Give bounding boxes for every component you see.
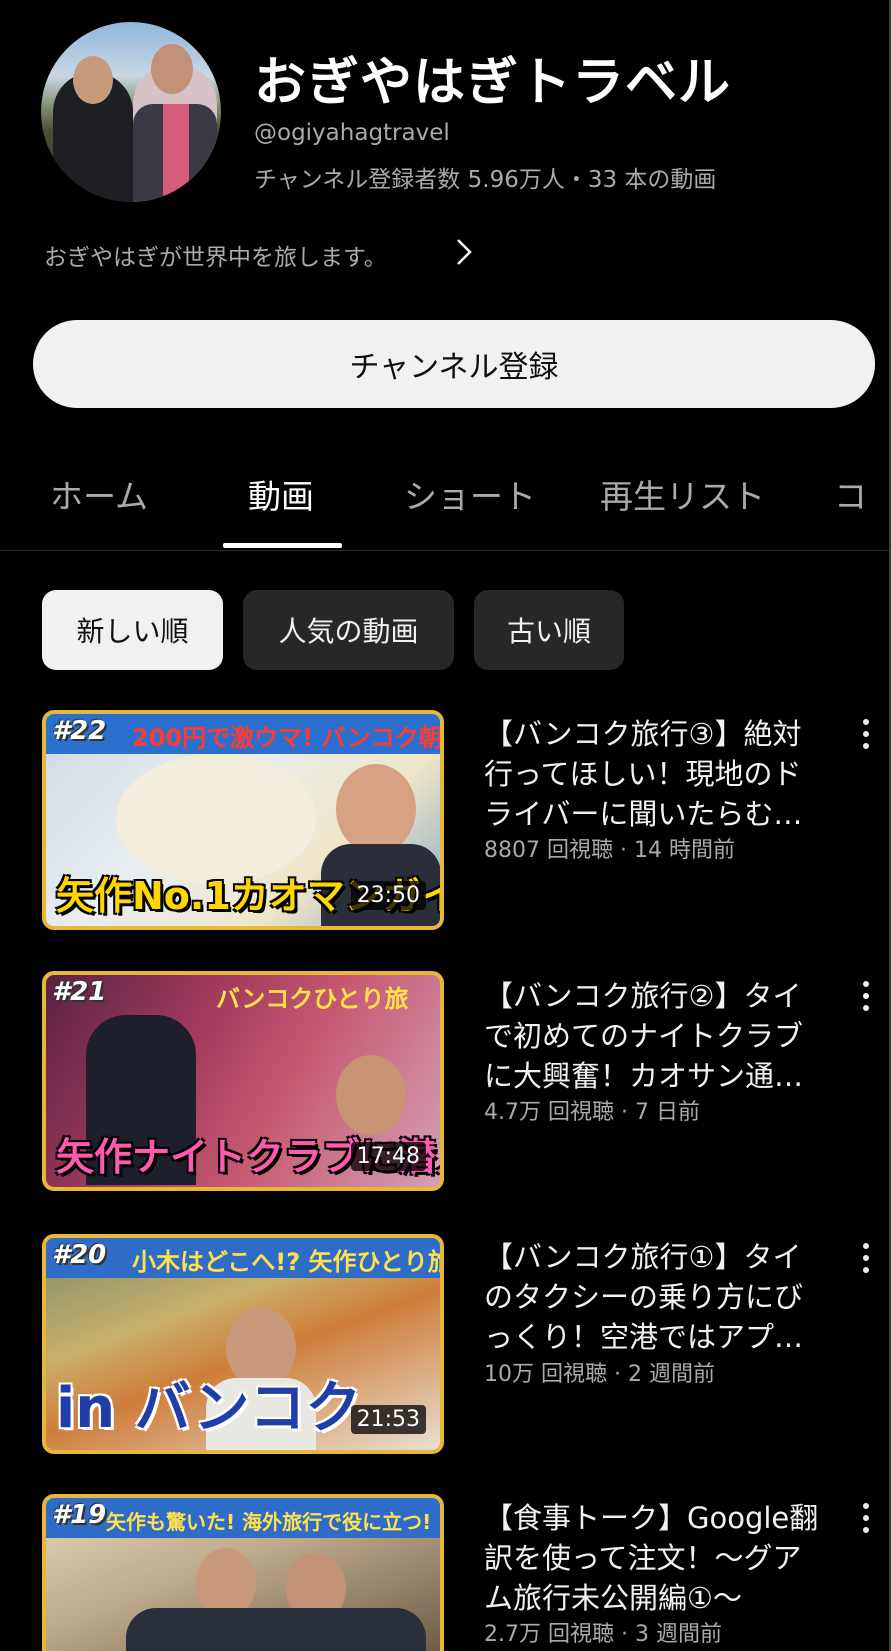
channel-tabs: ホーム 動画 ショート 再生リスト コ <box>0 458 889 551</box>
video-duration: 17:48 <box>350 1142 426 1171</box>
channel-page: おぎやはぎトラベル @ogiyahagtravel チャンネル登録者数 5.96… <box>0 0 891 1651</box>
video-title[interactable]: 【バンコク旅行③】絶対行ってほしい！現地のドライバーに聞いたらむ… <box>484 714 824 834</box>
thumb-number: #19 <box>52 1500 107 1530</box>
video-thumbnail[interactable]: #19 矢作も驚いた! 海外旅行で役に立つ! <box>42 1494 444 1651</box>
thumb-tag: 200円で激ウマ! バンコク朝飯 <box>132 724 444 752</box>
thumb-number: #22 <box>52 716 107 746</box>
tab-shorts[interactable]: ショート <box>404 470 536 518</box>
thumb-tag: バンコクひとり旅 <box>216 985 409 1013</box>
subscribe-button[interactable]: チャンネル登録 <box>33 320 875 408</box>
video-thumbnail[interactable]: #21 バンコクひとり旅 矢作ナイトクラブに潜入 17:48 <box>42 971 444 1191</box>
thumb-number: #21 <box>52 977 107 1007</box>
channel-description[interactable]: おぎやはぎが世界中を旅します。 <box>44 238 387 272</box>
more-vert-icon[interactable] <box>854 1240 878 1276</box>
more-vert-icon[interactable] <box>854 716 878 752</box>
tab-playlists[interactable]: 再生リスト <box>600 470 765 518</box>
tab-community[interactable]: コ <box>834 470 867 518</box>
video-meta: 10万 回視聴 · 2 週間前 <box>484 1362 715 1387</box>
channel-stats: チャンネル登録者数 5.96万人・33 本の動画 <box>254 167 717 193</box>
video-title[interactable]: 【バンコク旅行①】タイのタクシーの乗り方にびっくり！空港ではアプ… <box>484 1237 824 1357</box>
chip-newest[interactable]: 新しい順 <box>42 590 223 670</box>
active-tab-indicator <box>223 543 342 548</box>
video-meta: 8807 回視聴 · 14 時間前 <box>484 838 735 863</box>
video-thumbnail[interactable]: #22 200円で激ウマ! バンコク朝飯 矢作No.1カオマンガイ 23:50 <box>42 710 444 930</box>
video-duration: 21:53 <box>350 1405 426 1434</box>
video-meta: 2.7万 回視聴 · 3 週間前 <box>484 1622 722 1647</box>
video-duration: 23:50 <box>350 881 426 910</box>
avatar-person-right <box>133 44 217 202</box>
video-meta: 4.7万 回視聴 · 7 日前 <box>484 1100 700 1125</box>
video-title[interactable]: 【バンコク旅行②】タイで初めてのナイトクラブに大興奮！カオサン通… <box>484 976 824 1096</box>
more-vert-icon[interactable] <box>854 1500 878 1536</box>
thumb-tag: 小木はどこへ!? 矢作ひとり旅 <box>132 1248 444 1276</box>
tab-home[interactable]: ホーム <box>50 470 148 518</box>
tab-videos[interactable]: 動画 <box>248 470 314 518</box>
thumb-tag: 矢作も驚いた! 海外旅行で役に立つ! <box>106 1510 432 1534</box>
chip-oldest[interactable]: 古い順 <box>474 590 624 670</box>
channel-name: おぎやはぎトラベル <box>254 53 732 113</box>
chevron-right-icon[interactable] <box>448 236 480 268</box>
avatar-person-left <box>53 56 133 202</box>
chip-popular[interactable]: 人気の動画 <box>243 590 454 670</box>
channel-handle: @ogiyahagtravel <box>254 120 450 146</box>
thumb-headline: in バンコク <box>56 1376 362 1441</box>
more-vert-icon[interactable] <box>854 978 878 1014</box>
thumb-number: #20 <box>52 1240 107 1270</box>
channel-avatar[interactable] <box>41 22 221 202</box>
video-thumbnail[interactable]: #20 小木はどこへ!? 矢作ひとり旅 in バンコク 21:53 <box>42 1234 444 1454</box>
video-title[interactable]: 【食事トーク】Google翻訳を使って注文！～グアム旅行未公開編①～ <box>484 1498 824 1618</box>
